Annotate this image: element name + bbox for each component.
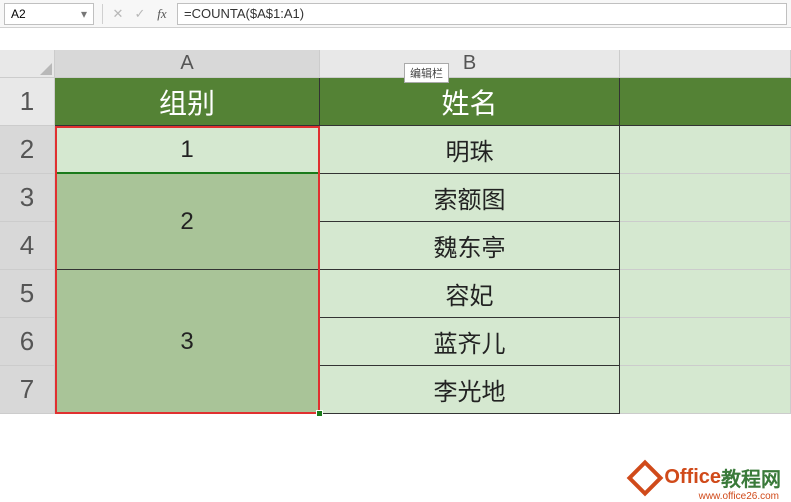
cell-C3[interactable] [620,174,791,222]
row-header-3[interactable]: 3 [0,174,55,222]
cell-B2[interactable]: 明珠 [320,126,620,174]
fill-handle[interactable] [316,410,323,417]
data-body: 1 2 3 明珠 索额图 魏东亭 容妃 蓝齐儿 李光地 [55,126,791,414]
cell-grid: 组别 姓名 1 2 3 明珠 索额图 魏东亭 容妃 蓝齐儿 李光地 [55,78,791,414]
watermark-brand1: Office [664,466,721,489]
row-headers: 1 2 3 4 5 6 7 [0,78,55,414]
row-header-5[interactable]: 5 [0,270,55,318]
row-header-1[interactable]: 1 [0,78,55,126]
formula-text: =COUNTA($A$1:A1) [184,6,304,21]
header-name[interactable]: 姓名 [320,78,620,126]
row-header-2[interactable]: 2 [0,126,55,174]
group-column: 1 2 3 [55,126,320,414]
enter-button[interactable]: ✓ [129,3,151,25]
name-box-dropdown-icon[interactable]: ▾ [77,7,91,21]
cell-C2[interactable] [620,126,791,174]
cell-A5-A7-merged[interactable]: 3 [55,270,320,414]
row-header-4[interactable]: 4 [0,222,55,270]
select-all-corner[interactable] [0,50,55,78]
select-all-triangle-icon [40,63,52,75]
formula-input[interactable]: =COUNTA($A$1:A1) [177,3,787,25]
table-header-row: 组别 姓名 [55,78,791,126]
name-column: 明珠 索额图 魏东亭 容妃 蓝齐儿 李光地 [320,126,620,414]
separator [102,4,103,24]
header-group[interactable]: 组别 [55,78,320,126]
name-box[interactable]: A2 ▾ [4,3,94,25]
cell-B3[interactable]: 索额图 [320,174,620,222]
cell-A2[interactable]: 1 [55,126,320,174]
watermark-logo-icon [627,459,664,496]
row-header-7[interactable]: 7 [0,366,55,414]
row-header-6[interactable]: 6 [0,318,55,366]
cell-B5[interactable]: 容妃 [320,270,620,318]
cell-C7[interactable] [620,366,791,414]
watermark-url: www.office26.com [699,491,779,502]
formula-bar: A2 ▾ ✕ ✓ fx =COUNTA($A$1:A1) [0,0,791,28]
column-header-A[interactable]: A [55,50,320,78]
cell-B7[interactable]: 李光地 [320,366,620,414]
formula-bar-tooltip: 编辑栏 [404,63,449,83]
column-header-B[interactable]: B [320,50,620,78]
cell-B4[interactable]: 魏东亭 [320,222,620,270]
cell-C5[interactable] [620,270,791,318]
cancel-button[interactable]: ✕ [107,3,129,25]
watermark-brand2: 教程网 [721,463,781,492]
column-header-C[interactable] [620,50,791,78]
cell-reference: A2 [11,7,26,21]
cell-C4[interactable] [620,222,791,270]
cell-C6[interactable] [620,318,791,366]
blank-column [620,126,791,414]
header-blank[interactable] [620,78,791,126]
cell-A3-A4-merged[interactable]: 2 [55,174,320,270]
cell-B6[interactable]: 蓝齐儿 [320,318,620,366]
watermark: Office 教程网 [632,463,781,492]
insert-function-button[interactable]: fx [151,3,173,25]
